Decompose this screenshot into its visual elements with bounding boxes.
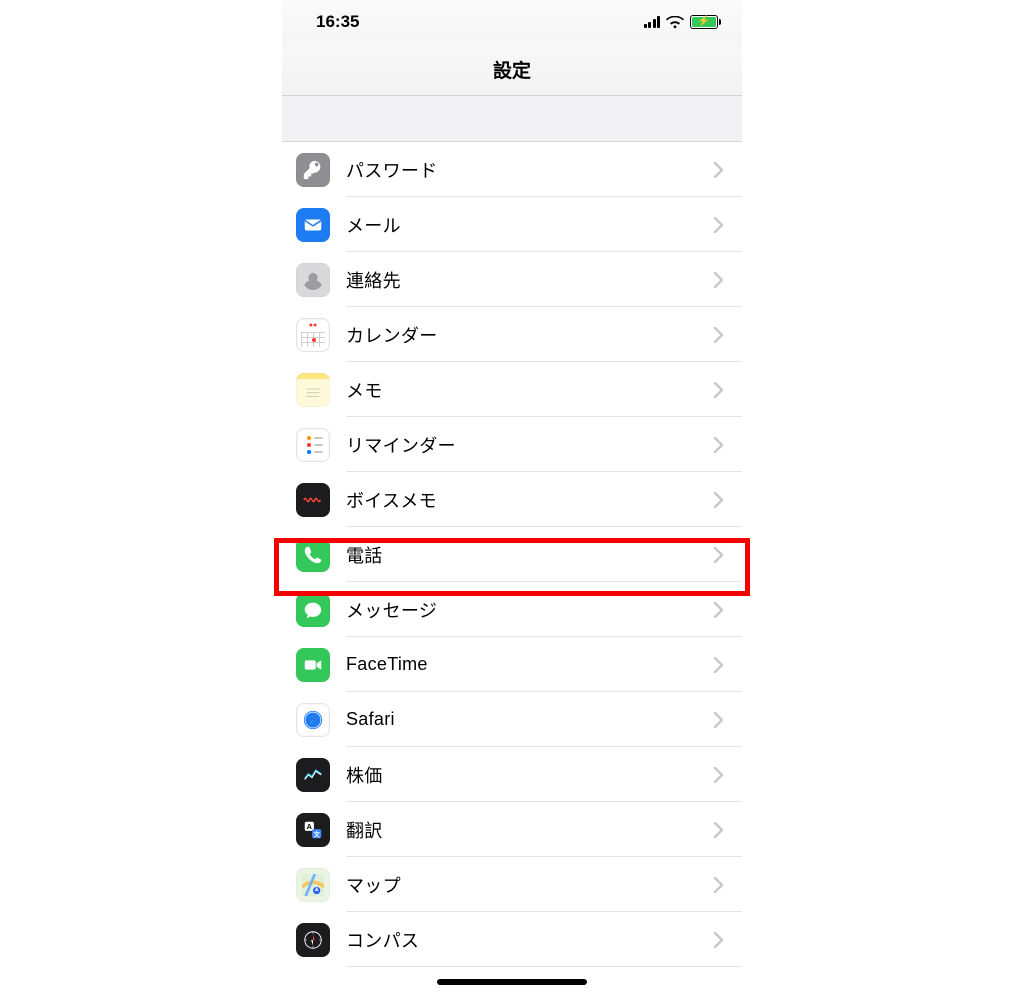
row-label: Safari [346,709,714,730]
row-label: メール [346,212,714,238]
row-compass[interactable]: コンパス [282,912,742,967]
phone-icon [296,538,330,572]
chevron-right-icon [714,437,724,453]
settings-list: パスワード メール 連絡先 [282,142,742,967]
row-label: ボイスメモ [346,487,714,513]
phone-frame: 16:35 ⚡ 設定 パスワード [282,0,742,993]
battery-charging-icon: ⚡ [690,15,718,29]
row-label: メモ [346,377,714,403]
row-safari[interactable]: Safari [282,692,742,747]
chevron-right-icon [714,877,724,893]
status-time: 16:35 [316,12,359,32]
chevron-right-icon [714,767,724,783]
wifi-icon [666,16,684,29]
chevron-right-icon [714,382,724,398]
row-passwords[interactable]: パスワード [282,142,742,197]
chevron-right-icon [714,547,724,563]
stocks-icon [296,758,330,792]
row-stocks[interactable]: 株価 [282,747,742,802]
chevron-right-icon [714,602,724,618]
key-icon [296,153,330,187]
row-label: コンパス [346,927,714,953]
translate-icon: A文 [296,813,330,847]
row-label: メッセージ [346,597,714,623]
status-icons: ⚡ [644,15,719,29]
row-label: 電話 [346,542,714,568]
chevron-right-icon [714,712,724,728]
row-label: パスワード [346,157,714,183]
row-label: マップ [346,872,714,898]
safari-icon [296,703,330,737]
row-voice-memos[interactable]: ボイスメモ [282,472,742,527]
contacts-icon [296,263,330,297]
facetime-icon [296,648,330,682]
mail-icon [296,208,330,242]
row-calendar[interactable]: ●● カレンダー [282,307,742,362]
notes-icon [296,373,330,407]
calendar-icon: ●● [296,318,330,352]
row-messages[interactable]: メッセージ [282,582,742,637]
row-facetime[interactable]: FaceTime [282,637,742,692]
row-contacts[interactable]: 連絡先 [282,252,742,307]
chevron-right-icon [714,217,724,233]
nav-bar: 設定 [282,44,742,96]
chevron-right-icon [714,492,724,508]
chevron-right-icon [714,162,724,178]
row-translate[interactable]: A文 翻訳 [282,802,742,857]
row-label: 翻訳 [346,817,714,843]
row-label: カレンダー [346,322,714,348]
chevron-right-icon [714,657,724,673]
messages-icon [296,593,330,627]
nav-title: 設定 [493,56,531,83]
row-label: 連絡先 [346,267,714,293]
status-bar: 16:35 ⚡ [282,0,742,44]
row-notes[interactable]: メモ [282,362,742,417]
chevron-right-icon [714,932,724,948]
chevron-right-icon [714,822,724,838]
voice-memo-icon [296,483,330,517]
row-reminders[interactable]: リマインダー [282,417,742,472]
row-label: リマインダー [346,432,714,458]
svg-text:A: A [307,822,313,831]
row-phone[interactable]: 電話 [282,527,742,582]
row-label: FaceTime [346,654,714,675]
reminders-icon [296,428,330,462]
row-label: 株価 [346,762,714,788]
row-maps[interactable]: マップ [282,857,742,912]
row-mail[interactable]: メール [282,197,742,252]
section-gap [282,96,742,142]
chevron-right-icon [714,327,724,343]
compass-icon [296,923,330,957]
svg-text:文: 文 [313,829,320,838]
home-indicator[interactable] [437,979,587,985]
maps-icon [296,868,330,902]
chevron-right-icon [714,272,724,288]
cellular-signal-icon [644,16,661,28]
